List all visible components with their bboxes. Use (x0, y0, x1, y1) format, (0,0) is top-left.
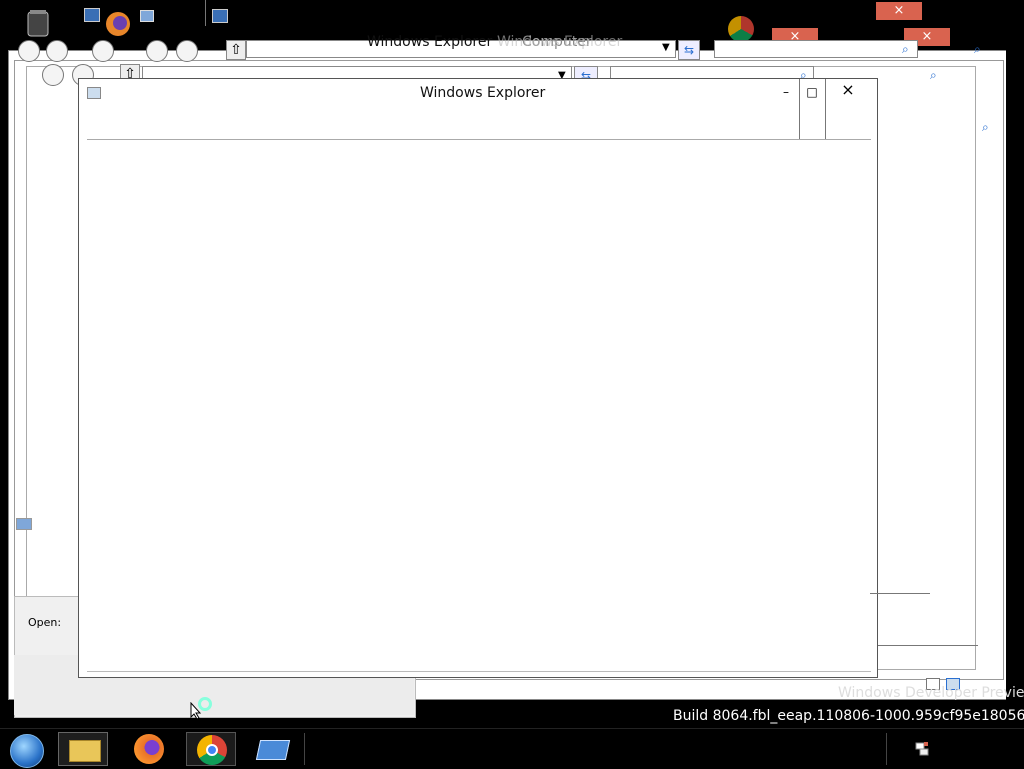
taskbar-divider (886, 733, 887, 765)
chrome-icon (197, 735, 227, 765)
firefox-desktop-icon[interactable] (98, 8, 138, 38)
computer-small-icon (212, 9, 228, 23)
taskbar-file-explorer[interactable] (58, 732, 108, 766)
maximize-button[interactable]: □ (803, 85, 821, 99)
start-button[interactable] (2, 732, 50, 768)
refresh-icon[interactable]: ⇆ (678, 40, 700, 60)
open-label: Open: (28, 616, 62, 629)
window-title: Windows Explorer (367, 34, 493, 50)
forward-button[interactable] (176, 40, 198, 62)
computer-small-icon (140, 10, 154, 22)
minimize-button[interactable]: – (777, 85, 795, 99)
taskbar-remote-desktop[interactable] (246, 732, 296, 766)
firefox-icon (134, 734, 164, 764)
back-button[interactable] (92, 40, 114, 62)
close-icon[interactable]: × (834, 4, 852, 18)
search-icon[interactable]: ⌕ (930, 68, 937, 83)
main-explorer-window: Windows Explorer – □ × (78, 78, 878, 678)
computer-small-icon (84, 8, 100, 22)
divider (87, 671, 871, 672)
chrome-icon (728, 16, 754, 42)
taskbar-firefox[interactable] (124, 732, 174, 766)
divider (87, 139, 871, 140)
window-icon (87, 87, 101, 99)
back-button[interactable] (18, 40, 40, 62)
windows-orb-icon (10, 734, 44, 768)
divider (799, 79, 800, 139)
window-title: Windows Explorer (497, 34, 623, 50)
forward-button[interactable] (46, 40, 68, 62)
taskbar (0, 728, 1024, 769)
close-icon[interactable]: × (762, 4, 780, 18)
taskbar-chrome[interactable] (186, 732, 236, 766)
search-icon[interactable]: ⌕ (974, 42, 981, 57)
minimize-button[interactable]: – (808, 4, 826, 18)
close-button[interactable]: × (839, 82, 857, 98)
window-title: Windows Explorer (420, 85, 546, 101)
title-bar-divider (205, 0, 206, 26)
watermark-line-2: Build 8064.fbl_eeap.110806-1000.959cf95e… (673, 708, 1024, 724)
recycle-bin-icon[interactable] (18, 8, 58, 38)
watermark-line-1: Windows Developer Preview (838, 685, 1024, 701)
network-icon[interactable] (914, 741, 930, 757)
folder-icon (69, 740, 101, 762)
taskbar-divider (304, 733, 305, 765)
remote-desktop-icon (255, 740, 291, 760)
search-icon[interactable]: ⌕ (982, 120, 989, 135)
status-bar (878, 645, 978, 646)
mouse-pointer-icon (190, 701, 202, 724)
divider (825, 79, 826, 139)
maximize-button[interactable]: □ (934, 4, 952, 18)
chevron-down-icon[interactable]: ▼ (662, 42, 670, 53)
status-bar (870, 593, 930, 594)
back-button[interactable] (146, 40, 168, 62)
search-input[interactable] (714, 40, 918, 58)
computer-small-icon (16, 518, 32, 530)
up-arrow-icon[interactable]: ⇧ (226, 40, 246, 60)
back-button[interactable] (42, 64, 64, 86)
right-strip-black (1006, 50, 1024, 730)
close-button[interactable]: × (876, 2, 922, 20)
search-icon[interactable]: ⌕ (902, 42, 909, 57)
